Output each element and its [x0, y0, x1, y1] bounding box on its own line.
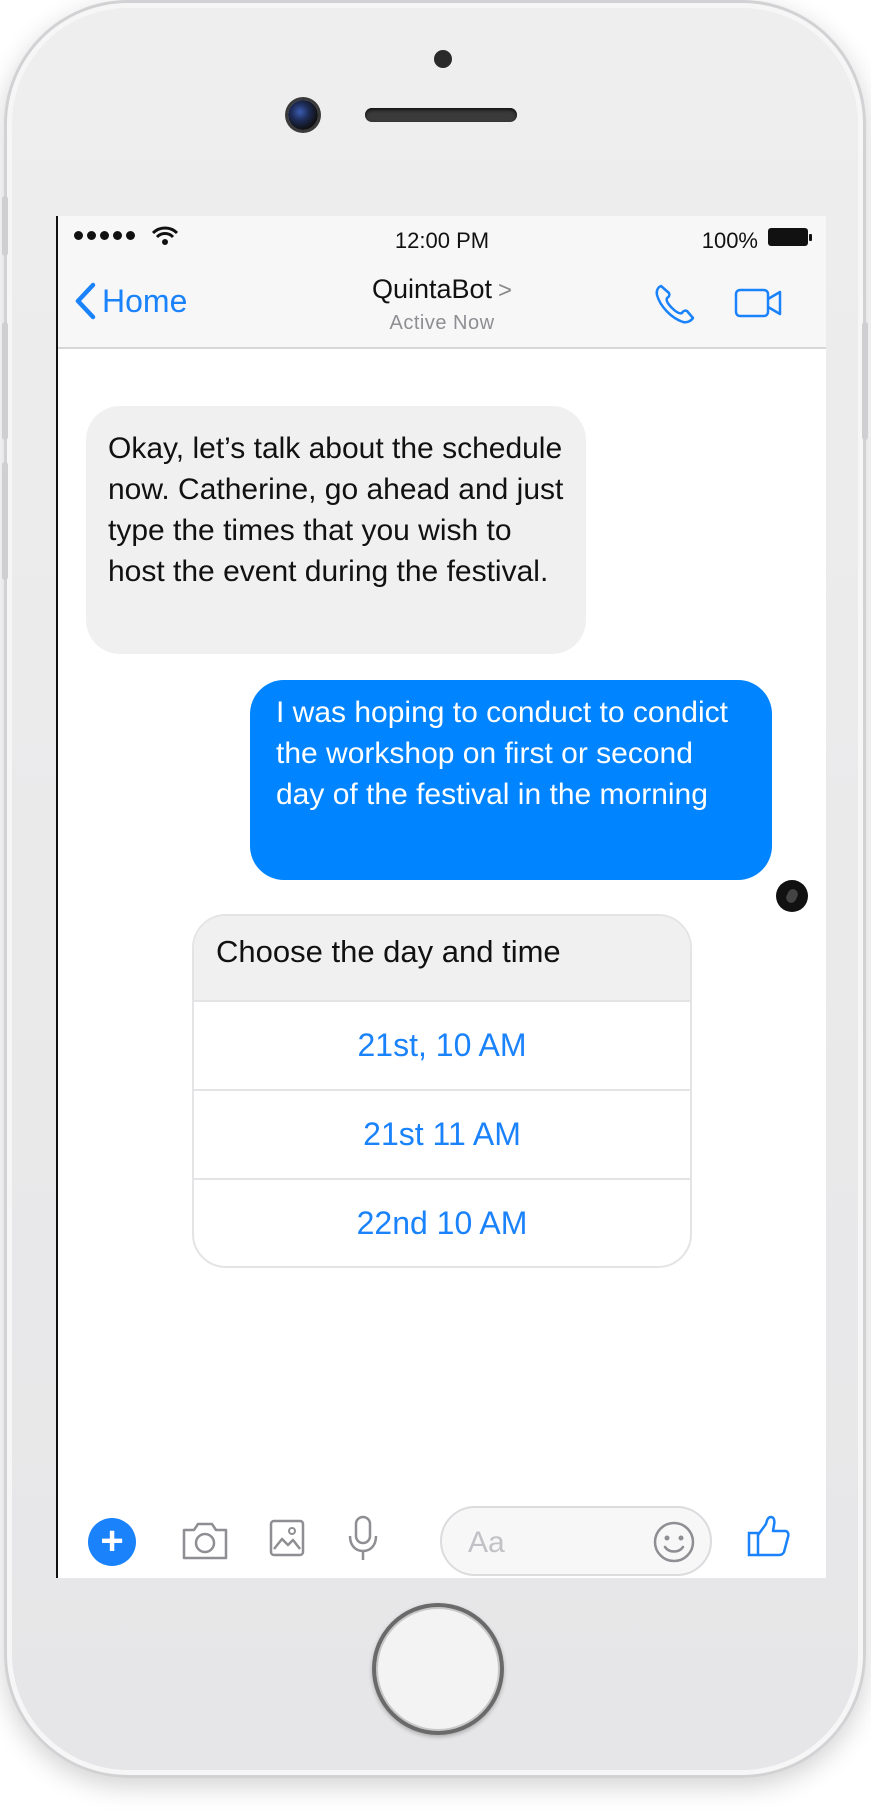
volume-up-button [2, 322, 8, 440]
mute-switch [2, 196, 8, 256]
microphone-icon[interactable] [346, 1514, 380, 1562]
active-status: Active Now [389, 312, 495, 334]
quick-reply-card: Choose the day and time 21st, 10 AM 21st… [192, 914, 692, 1268]
plus-icon[interactable]: + [88, 1518, 136, 1566]
incoming-message: Okay, let’s talk about the schedule now.… [86, 406, 586, 654]
seen-indicator-avatar [776, 880, 808, 912]
video-camera-icon[interactable] [734, 286, 782, 320]
power-button [862, 322, 868, 440]
chevron-right-icon: > [498, 277, 513, 304]
message-composer: + [58, 1492, 826, 1578]
battery-percentage: 100% [701, 228, 758, 253]
proximity-sensor [434, 50, 452, 68]
contact-name: QuintaBot [371, 274, 493, 304]
screen: 12:00 PM 100% Home QuintaBot > Active Now [56, 216, 826, 1578]
battery-icon [768, 228, 812, 246]
quick-reply-option[interactable]: 21st, 10 AM [194, 1000, 690, 1089]
conversation-header: Home QuintaBot > Active Now [58, 260, 826, 349]
image-icon[interactable] [268, 1518, 306, 1558]
home-button[interactable] [372, 1603, 504, 1735]
quick-reply-prompt: Choose the day and time [194, 916, 690, 1000]
quick-reply-option[interactable]: 21st 11 AM [194, 1089, 690, 1178]
emoji-icon[interactable] [652, 1520, 696, 1564]
phone-icon[interactable] [653, 282, 697, 326]
front-camera [288, 100, 318, 130]
thumbs-up-icon[interactable] [746, 1514, 792, 1558]
message-field[interactable] [440, 1506, 712, 1576]
quick-reply-option[interactable]: 22nd 10 AM [194, 1178, 690, 1266]
earpiece-speaker [365, 108, 517, 122]
camera-icon[interactable] [180, 1518, 230, 1562]
phone-frame: 12:00 PM 100% Home QuintaBot > Active Now [2, 0, 868, 1778]
volume-down-button [2, 462, 8, 580]
outgoing-message: I was hoping to conduct to condict the w… [250, 680, 772, 880]
message-input[interactable] [466, 1522, 640, 1564]
status-bar: 12:00 PM 100% [58, 216, 826, 260]
contact-name-button[interactable]: QuintaBot > [58, 274, 826, 305]
